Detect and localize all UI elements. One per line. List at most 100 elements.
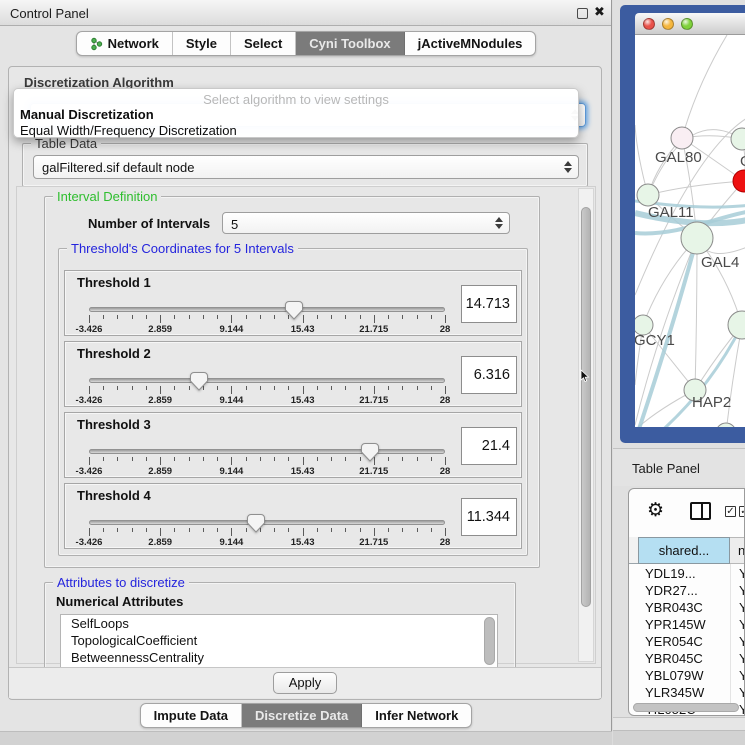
popup-option-equal-width[interactable]: Equal Width/Frequency Discretization — [20, 123, 237, 138]
table-row[interactable]: YLR345WYLR345W — [629, 685, 745, 702]
attributes-list-scrollbar[interactable] — [484, 617, 495, 665]
tab-style[interactable]: Style — [173, 32, 231, 55]
tick-label: 2.859 — [148, 395, 172, 406]
threshold-slider[interactable]: -3.4262.8599.14415.4321.71528 — [89, 299, 445, 335]
table-data-group: Table Data galFiltered.sif default node — [22, 143, 588, 187]
threshold-slider[interactable]: -3.4262.8599.14415.4321.71528 — [89, 441, 445, 477]
network-edge[interactable] — [648, 181, 744, 195]
slider-track[interactable] — [89, 307, 445, 312]
threshold-value-field[interactable]: 11.344 — [461, 498, 517, 536]
network-node[interactable] — [716, 423, 736, 427]
threshold-slider[interactable]: -3.4262.8599.14415.4321.71528 — [89, 370, 445, 406]
column-header-name[interactable]: n... — [730, 537, 745, 564]
algorithm-dropdown-popup: Select algorithm to view settings Manual… — [13, 88, 579, 138]
table-row[interactable]: YBR045CYBR045C — [629, 651, 745, 668]
minor-tick — [331, 386, 332, 390]
network-window-frame: GAL80GACGAL11GAL4GCY1HHAP2 — [620, 5, 745, 443]
window-minimize-icon[interactable] — [662, 18, 674, 30]
major-tick — [160, 457, 161, 465]
major-tick — [89, 386, 90, 394]
tab-network[interactable]: Network — [77, 32, 173, 55]
network-node[interactable] — [731, 128, 745, 150]
slider-thumb[interactable] — [247, 514, 265, 533]
checkbox-icon[interactable]: ✓ — [739, 506, 745, 517]
float-window-icon[interactable] — [577, 8, 588, 19]
minor-tick — [132, 528, 133, 532]
tab-infer-network[interactable]: Infer Network — [362, 704, 471, 727]
threshold-value-field[interactable]: 6.316 — [461, 356, 517, 394]
network-node[interactable] — [637, 184, 659, 206]
tick-label: -3.426 — [76, 466, 103, 477]
network-node[interactable] — [728, 311, 745, 339]
column-header-shared-name[interactable]: shared... — [638, 537, 730, 564]
attribute-item-betweennesscentrality[interactable]: BetweennessCentrality — [61, 649, 497, 666]
table-panel-title: Table Panel — [632, 461, 700, 476]
tab-select[interactable]: Select — [231, 32, 296, 55]
minor-tick — [417, 528, 418, 532]
minor-tick — [360, 528, 361, 532]
panel-scrollbar-thumb[interactable] — [581, 207, 591, 607]
table-data-combobox[interactable]: galFiltered.sif default node — [33, 155, 579, 179]
threshold-row-1: Threshold 1-3.4262.8599.14415.4321.71528… — [64, 270, 522, 336]
major-tick — [231, 457, 232, 465]
table-row[interactable]: YDL19...YDL19... — [629, 566, 745, 583]
slider-track[interactable] — [89, 449, 445, 454]
apply-button[interactable]: Apply — [273, 672, 337, 694]
slider-thumb[interactable] — [285, 301, 303, 320]
minor-tick — [417, 386, 418, 390]
network-graph[interactable]: GAL80GACGAL11GAL4GCY1HHAP2 — [635, 35, 745, 427]
table-row[interactable]: YPR145WYPR145W — [629, 617, 745, 634]
slider-thumb[interactable] — [190, 372, 208, 391]
threshold-value-field[interactable]: 21.4 — [461, 427, 517, 465]
tab-impute-data[interactable]: Impute Data — [141, 704, 242, 727]
checkbox-icon[interactable]: ✓ — [725, 506, 736, 517]
slider-track[interactable] — [89, 378, 445, 383]
minor-tick — [132, 457, 133, 461]
major-tick — [303, 386, 304, 394]
minor-tick — [388, 457, 389, 461]
attribute-item-topologicalcoefficient[interactable]: TopologicalCoefficient — [61, 632, 497, 649]
threshold-slider[interactable]: -3.4262.8599.14415.4321.71528 — [89, 512, 445, 548]
table-row[interactable]: YBR043CYBR043C — [629, 600, 745, 617]
tick-label: 28 — [440, 324, 451, 335]
threshold-value-field[interactable]: 14.713 — [461, 285, 517, 323]
table-row[interactable]: YER054CYER054C — [629, 634, 745, 651]
table-horizontal-scrollbar[interactable] — [633, 703, 739, 712]
close-icon[interactable]: ✖ — [594, 4, 605, 20]
slider-track[interactable] — [89, 520, 445, 525]
cell-shared-name: YBL079W — [645, 668, 704, 683]
table-row[interactable]: YDR27...YDR27... — [629, 583, 745, 600]
network-edge[interactable] — [682, 35, 727, 138]
popup-hint: Select algorithm to view settings — [14, 92, 578, 107]
network-edge[interactable] — [695, 238, 697, 390]
table-row[interactable]: YBL079WYBL079W — [629, 668, 745, 685]
minor-tick — [117, 528, 118, 532]
minor-tick — [402, 386, 403, 390]
window-zoom-icon[interactable] — [681, 18, 693, 30]
number-of-intervals-combobox[interactable]: 5 — [222, 212, 510, 234]
tab-label: Network — [108, 36, 159, 51]
popup-option-manual-discretization[interactable]: Manual Discretization — [20, 107, 154, 122]
network-node[interactable] — [671, 127, 693, 149]
slider-thumb[interactable] — [361, 443, 379, 462]
tick-label: -3.426 — [76, 324, 103, 335]
minor-tick — [360, 386, 361, 390]
network-node[interactable] — [733, 170, 745, 192]
tab-jactivemnodules[interactable]: jActiveMNodules — [405, 32, 536, 55]
network-node[interactable] — [681, 222, 713, 254]
panel-vertical-scrollbar[interactable] — [578, 188, 594, 662]
window-close-icon[interactable] — [643, 18, 655, 30]
network-canvas[interactable]: GAL80GACGAL11GAL4GCY1HHAP2 — [635, 35, 745, 427]
numerical-attributes-label: Numerical Attributes — [56, 594, 183, 609]
top-tabbar: Network StyleSelectCyni ToolboxjActiveMNo… — [0, 31, 612, 56]
number-of-intervals-label: Number of Intervals — [88, 216, 210, 231]
gear-icon[interactable]: ⚙ — [647, 499, 664, 522]
tick-label: 28 — [440, 395, 451, 406]
cell-name: YIL052C — [739, 702, 745, 716]
minor-tick — [402, 528, 403, 532]
columns-icon[interactable] — [690, 502, 711, 520]
attribute-item-selfloops[interactable]: SelfLoops — [61, 615, 497, 632]
tab-discretize-data[interactable]: Discretize Data — [242, 704, 362, 727]
tab-cyni-toolbox[interactable]: Cyni Toolbox — [296, 32, 404, 55]
major-tick — [89, 528, 90, 536]
